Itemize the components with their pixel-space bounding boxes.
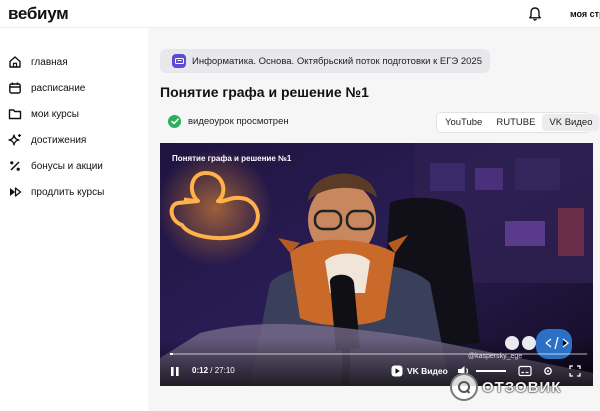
- sidebar-item-extend-courses[interactable]: продлить курсы: [8, 182, 143, 202]
- sidebar-item-label: бонусы и акции: [31, 160, 103, 172]
- current-time: 0:12: [192, 366, 209, 375]
- video-progress-bar[interactable]: [170, 353, 587, 355]
- sidebar-item-schedule[interactable]: расписание: [8, 78, 143, 98]
- calendar-icon: [9, 82, 21, 94]
- sidebar-item-my-courses[interactable]: мои курсы: [8, 104, 143, 124]
- top-bar: вебиум моя стр: [0, 0, 600, 28]
- check-icon: [168, 115, 181, 128]
- tab-youtube[interactable]: YouTube: [438, 114, 489, 131]
- video-time: 0:12 / 27:10: [192, 366, 235, 375]
- sidebar-item-label: продлить курсы: [31, 186, 105, 198]
- sidebar-item-achievements[interactable]: достижения: [8, 130, 143, 150]
- course-name: Информатика. Основа. Октябрьский поток п…: [192, 55, 482, 67]
- sidebar-item-bonuses[interactable]: бонусы и акции: [8, 156, 143, 176]
- sidebar-item-home[interactable]: главная: [8, 52, 143, 72]
- video-player[interactable]: Понятие графа и решение №1 @kaspersky_eg…: [160, 143, 593, 386]
- site-logo[interactable]: вебиум: [8, 4, 69, 24]
- sparkle-icon: [8, 134, 21, 146]
- video-frame: [160, 143, 593, 386]
- duration: / 27:10: [210, 366, 235, 375]
- course-breadcrumb[interactable]: Информатика. Основа. Октябрьский поток п…: [160, 49, 490, 73]
- forward-icon: [10, 187, 22, 197]
- fullscreen-icon[interactable]: [569, 365, 581, 377]
- play-logo-icon: [391, 365, 403, 377]
- tab-rutube[interactable]: RUTUBE: [489, 114, 542, 131]
- otzovik-logo-icon: [450, 373, 478, 401]
- folder-icon: [8, 109, 22, 120]
- sidebar: главная расписание мои курсы достижения …: [0, 28, 148, 411]
- course-icon: [172, 54, 186, 68]
- percent-icon: [10, 161, 20, 171]
- video-title: Понятие графа и решение №1: [172, 154, 292, 163]
- otzovik-watermark: ОТЗОВИК: [450, 372, 561, 402]
- home-icon: [9, 56, 21, 68]
- pause-icon[interactable]: [170, 366, 180, 377]
- tab-vk-video[interactable]: VK Видео: [542, 114, 600, 131]
- video-source-tabs: YouTube RUTUBE VK Видео: [436, 112, 600, 133]
- sidebar-item-label: главная: [31, 56, 68, 68]
- vk-brand-label: VK Видео: [407, 366, 448, 376]
- bell-icon[interactable]: [527, 6, 543, 22]
- sidebar-item-label: расписание: [31, 82, 86, 94]
- sidebar-item-label: достижения: [31, 134, 87, 146]
- sidebar-item-label: мои курсы: [31, 108, 79, 120]
- status-text: видеоурок просмотрен: [188, 116, 289, 127]
- vk-video-link[interactable]: VK Видео: [391, 365, 448, 377]
- profile-link[interactable]: моя стр: [570, 9, 600, 19]
- progress-fill: [170, 353, 174, 355]
- otzovik-label: ОТЗОВИК: [482, 378, 562, 396]
- watched-status: видеоурок просмотрен: [168, 115, 289, 128]
- lesson-title: Понятие графа и решение №1: [160, 84, 369, 100]
